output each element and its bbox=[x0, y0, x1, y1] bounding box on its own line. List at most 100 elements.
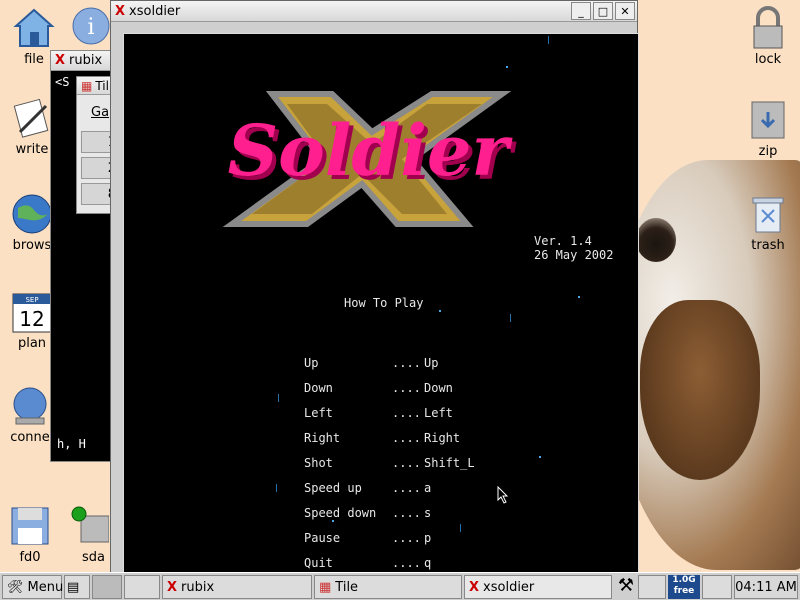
version-text: Ver. 1.4 bbox=[534, 234, 592, 248]
rubix-titlebar[interactable]: X rubix bbox=[51, 51, 113, 71]
control-dots: .... bbox=[392, 506, 421, 520]
desktop-tray-icon: ▤ bbox=[67, 579, 80, 595]
control-key: Left bbox=[424, 406, 453, 420]
tools-tray-icon[interactable]: ⚒ bbox=[616, 575, 636, 599]
pager-desktop-1[interactable] bbox=[92, 575, 122, 599]
control-dots: .... bbox=[392, 456, 421, 470]
control-key: s bbox=[424, 506, 432, 520]
control-row: Up.... Up bbox=[304, 356, 438, 370]
control-key: a bbox=[424, 481, 432, 495]
desktop-icon-label: lock bbox=[754, 52, 782, 67]
taskbar: 🛠 Menu ▤ X rubix ▦ Tile X xsoldier ⚒ 1.0… bbox=[0, 572, 800, 600]
control-row: Shot.... Shift_L bbox=[304, 456, 475, 470]
game-canvas[interactable]: Soldier Soldier Ver. 1.4 26 May 2002 How… bbox=[123, 33, 639, 575]
desktop-icon-label: trash bbox=[751, 238, 785, 253]
desktop-icon-zip[interactable]: zip bbox=[738, 98, 798, 159]
free-space-indicator[interactable]: 1.0G free bbox=[668, 575, 700, 599]
control-key: q bbox=[424, 556, 432, 570]
rubix-text-bottom: h, H bbox=[57, 437, 86, 451]
control-key: Down bbox=[424, 381, 453, 395]
star-streak bbox=[510, 314, 511, 322]
globe-icon bbox=[10, 192, 54, 236]
task-label: Tile bbox=[335, 579, 359, 595]
calendar-icon: SEP 12 bbox=[10, 290, 54, 334]
version-date: 26 May 2002 bbox=[534, 248, 614, 262]
control-action: Speed down bbox=[304, 506, 377, 520]
start-menu-button[interactable]: 🛠 Menu bbox=[2, 575, 64, 599]
wallpaper-dog-eye bbox=[636, 218, 676, 262]
control-key: Right bbox=[424, 431, 461, 445]
control-row: Pause.... p bbox=[304, 531, 431, 545]
tile-app-icon: ▦ bbox=[81, 78, 93, 93]
logo-word: Soldier bbox=[228, 109, 514, 192]
control-action: Down bbox=[304, 381, 333, 395]
free-space-amount: 1.0G bbox=[672, 575, 696, 585]
star bbox=[506, 66, 508, 68]
x-logo-icon: X bbox=[115, 3, 126, 19]
calendar-month: SEP bbox=[25, 296, 38, 304]
control-row: Speed up.... a bbox=[304, 481, 431, 495]
floppy-icon bbox=[8, 504, 52, 548]
trash-icon bbox=[746, 192, 790, 236]
control-row: Quit.... q bbox=[304, 556, 431, 570]
close-button[interactable]: ✕ bbox=[615, 2, 635, 20]
control-key: Shift_L bbox=[424, 456, 475, 470]
drive-icon bbox=[67, 504, 111, 548]
xsoldier-window-title: xsoldier bbox=[129, 3, 181, 19]
mouse-pointer-icon bbox=[497, 486, 509, 504]
pager-desktop-2[interactable] bbox=[124, 575, 160, 599]
task-xsoldier[interactable]: X xsoldier bbox=[464, 575, 612, 599]
control-action: Right bbox=[304, 431, 341, 445]
start-menu-label: Menu bbox=[27, 579, 64, 595]
calendar-day: 12 bbox=[19, 307, 44, 331]
control-key: Up bbox=[424, 356, 439, 370]
control-dots: .... bbox=[392, 431, 421, 445]
tray-slot[interactable] bbox=[638, 575, 666, 599]
info-icon: i bbox=[69, 4, 113, 48]
star-streak bbox=[276, 484, 277, 492]
xsoldier-titlebar[interactable]: X xsoldier _ □ ✕ bbox=[111, 1, 637, 22]
star bbox=[578, 296, 580, 298]
control-dots: .... bbox=[392, 531, 421, 545]
xsoldier-logo: Soldier Soldier bbox=[222, 91, 518, 227]
desktop-icon-label: sda bbox=[82, 550, 105, 565]
task-rubix[interactable]: X rubix bbox=[162, 575, 312, 599]
control-row: Down.... Down bbox=[304, 381, 453, 395]
desktop-icon-label: fd0 bbox=[19, 550, 41, 565]
task-tile[interactable]: ▦ Tile bbox=[314, 575, 462, 599]
control-key: p bbox=[424, 531, 432, 545]
desktop-icon-trash[interactable]: trash bbox=[738, 192, 798, 253]
rubix-window-title: rubix bbox=[69, 53, 103, 68]
star-streak bbox=[460, 524, 461, 532]
minimize-button[interactable]: _ bbox=[571, 2, 591, 20]
connect-icon bbox=[8, 384, 52, 428]
control-row: Right.... Right bbox=[304, 431, 460, 445]
task-label: xsoldier bbox=[483, 579, 535, 595]
control-action: Left bbox=[304, 406, 333, 420]
version-info: Ver. 1.4 26 May 2002 bbox=[534, 234, 613, 262]
xsoldier-window[interactable]: X xsoldier _ □ ✕ Soldier Soldier Ver. 1.… bbox=[110, 0, 639, 575]
control-action: Quit bbox=[304, 556, 333, 570]
control-action: Up bbox=[304, 356, 319, 370]
x-logo-icon: X bbox=[167, 579, 178, 595]
home-icon bbox=[12, 6, 56, 50]
desktop-icon-fd0[interactable]: fd0 bbox=[0, 504, 60, 565]
start-menu-icon: 🛠 bbox=[7, 579, 24, 595]
control-action: Speed up bbox=[304, 481, 362, 495]
tray-slot[interactable] bbox=[702, 575, 732, 599]
desktop-icon-sda[interactable]: sda bbox=[66, 504, 112, 565]
clock[interactable]: 04:11 AM bbox=[734, 575, 798, 599]
control-dots: .... bbox=[392, 556, 421, 570]
tile-menu-game[interactable]: Ga bbox=[91, 105, 109, 120]
desktop-icon-lock[interactable]: lock bbox=[738, 6, 798, 67]
desktop-icon-label: zip bbox=[758, 144, 778, 159]
x-logo-icon: X bbox=[469, 579, 480, 595]
control-row: Speed down.... s bbox=[304, 506, 431, 520]
control-action: Shot bbox=[304, 456, 333, 470]
control-dots: .... bbox=[392, 406, 421, 420]
star bbox=[439, 310, 441, 312]
show-desktop-button[interactable]: ▤ bbox=[64, 575, 90, 599]
write-icon bbox=[10, 96, 54, 140]
free-space-label: free bbox=[673, 586, 695, 596]
maximize-button[interactable]: □ bbox=[593, 2, 613, 20]
